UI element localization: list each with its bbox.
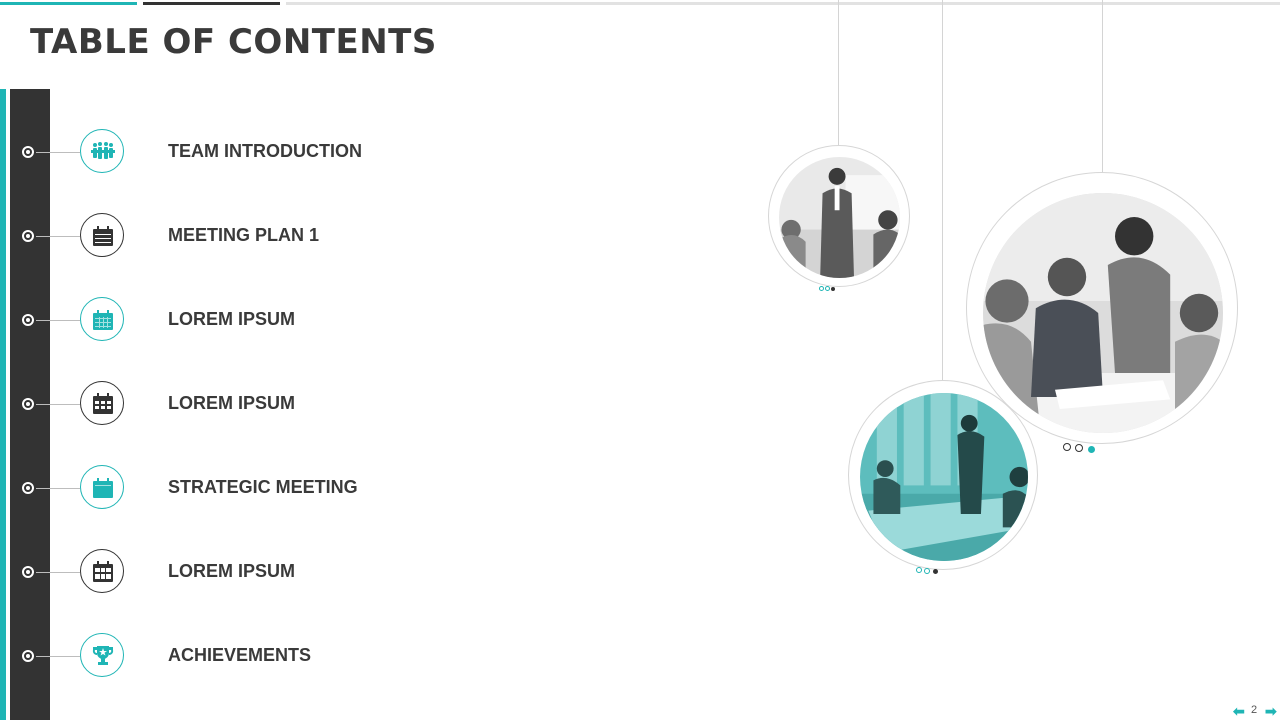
agenda-item-label: STRATEGIC MEETING xyxy=(168,477,358,497)
hanging-line xyxy=(942,0,943,380)
carousel-dot xyxy=(916,567,922,573)
carousel-dot xyxy=(924,568,930,574)
agenda-item-1[interactable]: TEAM INTRODUCTION xyxy=(0,124,600,184)
agenda-item-label: MEETING PLAN 1 xyxy=(168,225,320,245)
carousel-dot xyxy=(1088,446,1095,453)
agenda-item-label: ACHIEVEMENTS xyxy=(168,645,312,665)
connector-line xyxy=(36,656,80,657)
carousel-dot xyxy=(1075,444,1083,452)
timeline-dot xyxy=(22,482,34,494)
agenda-item-2[interactable]: MEETING PLAN 1 xyxy=(0,208,600,268)
agenda-item-3[interactable]: LOREM IPSUM xyxy=(0,292,600,352)
team-collaboration-photo xyxy=(983,193,1223,433)
top-light-bar xyxy=(286,2,1280,5)
top-dark-bar xyxy=(143,2,280,5)
agenda-item-7[interactable]: ACHIEVEMENTS xyxy=(0,628,600,688)
boardroom-meeting-photo xyxy=(860,393,1028,561)
connector-line xyxy=(36,572,80,573)
page-title: TABLE OF CONTENTS xyxy=(30,22,437,62)
team-icon xyxy=(80,129,124,173)
carousel-dot xyxy=(831,287,835,291)
top-accent-bar xyxy=(0,2,137,5)
calendar-icon xyxy=(80,465,124,509)
connector-line xyxy=(36,236,80,237)
presenter-photo xyxy=(779,157,900,278)
calendar-grid-icon xyxy=(80,381,124,425)
carousel-dot xyxy=(825,286,830,291)
page-number: 2 xyxy=(1251,704,1258,716)
hanging-line xyxy=(1102,0,1103,172)
connector-line xyxy=(36,320,80,321)
agenda-item-label: LOREM IPSUM xyxy=(168,393,296,413)
agenda-item-5[interactable]: STRATEGIC MEETING xyxy=(0,460,600,520)
connector-line xyxy=(36,152,80,153)
timeline-dot xyxy=(22,314,34,326)
hanging-line xyxy=(838,0,839,145)
connector-line xyxy=(36,404,80,405)
timeline-dot xyxy=(22,650,34,662)
agenda-item-4[interactable]: LOREM IPSUM xyxy=(0,376,600,436)
arrow-left-icon[interactable]: ⬅ xyxy=(1233,703,1245,720)
agenda-item-6[interactable]: LOREM IPSUM xyxy=(0,544,600,604)
timeline-dot xyxy=(22,398,34,410)
agenda-item-label: LOREM IPSUM xyxy=(168,309,296,329)
timeline-dot xyxy=(22,146,34,158)
arrow-right-icon[interactable]: ➡ xyxy=(1265,703,1277,720)
connector-line xyxy=(36,488,80,489)
carousel-dot xyxy=(819,286,824,291)
carousel-dot xyxy=(1063,443,1071,451)
agenda-item-label: TEAM INTRODUCTION xyxy=(168,141,362,161)
calendar-icon xyxy=(80,213,124,257)
carousel-dot xyxy=(933,569,938,574)
calendar-grid-icon xyxy=(80,549,124,593)
agenda-item-label: LOREM IPSUM xyxy=(168,561,296,581)
trophy-icon xyxy=(80,633,124,677)
calendar-icon xyxy=(80,297,124,341)
timeline-dot xyxy=(22,230,34,242)
timeline-dot xyxy=(22,566,34,578)
